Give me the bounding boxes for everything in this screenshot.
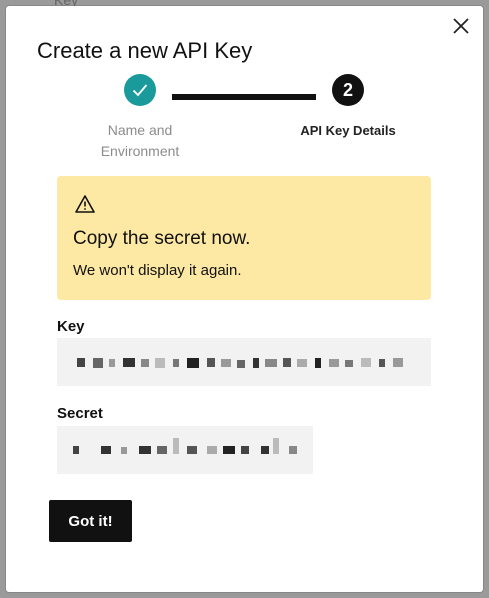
close-icon bbox=[453, 18, 469, 34]
secret-label: Secret bbox=[57, 405, 103, 422]
alert-heading: Copy the secret now. bbox=[73, 228, 251, 249]
secret-value-field[interactable] bbox=[57, 426, 313, 474]
key-label: Key bbox=[57, 318, 85, 335]
key-value-field[interactable] bbox=[57, 338, 431, 386]
create-api-key-modal: Create a new API Key 2 Name and Environm… bbox=[6, 6, 483, 592]
key-redacted-value bbox=[77, 358, 403, 368]
check-icon bbox=[132, 84, 148, 97]
warning-icon bbox=[75, 195, 95, 213]
stepper: 2 Name and Environment API Key Details bbox=[6, 74, 483, 164]
step-2-label: API Key Details bbox=[300, 123, 396, 138]
secret-redacted-value bbox=[73, 438, 297, 454]
close-button[interactable] bbox=[451, 16, 471, 36]
got-it-button[interactable]: Got it! bbox=[49, 500, 132, 542]
modal-title: Create a new API Key bbox=[37, 38, 253, 63]
step-connector bbox=[172, 94, 316, 100]
step-1-indicator bbox=[124, 74, 156, 106]
secret-warning-alert: Copy the secret now. We won't display it… bbox=[57, 176, 431, 300]
step-2-indicator: 2 bbox=[332, 74, 364, 106]
step-1-label: Name and Environment bbox=[100, 122, 180, 159]
alert-body: We won't display it again. bbox=[73, 262, 242, 279]
